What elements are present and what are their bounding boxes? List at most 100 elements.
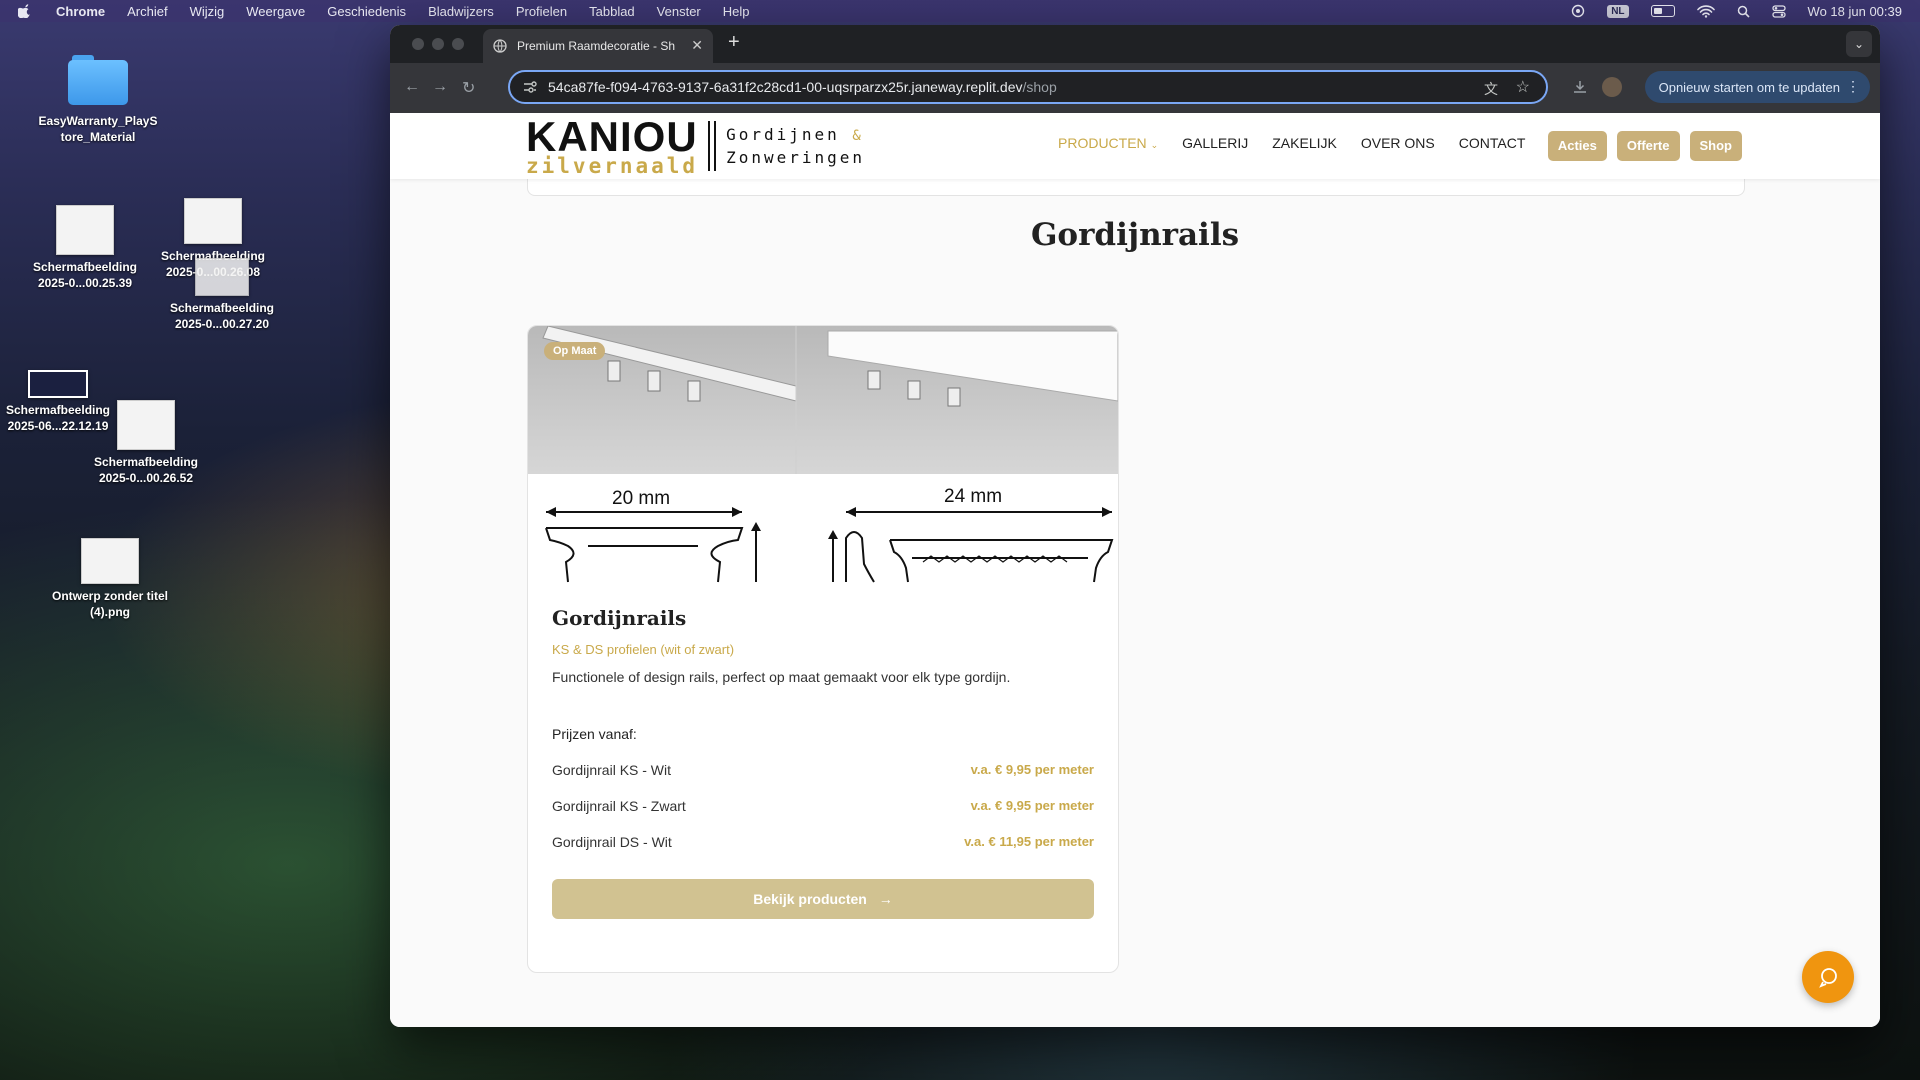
desktop-icon-screenshot[interactable]: Schermafbeelding 2025-0...00.26.52 (86, 400, 206, 486)
desktop-icon-label: EasyWarranty_PlayStore_Material (38, 114, 158, 144)
card-description: Functionele of design rails, perfect op … (552, 669, 1011, 685)
dimension-right: 24 mm (944, 486, 1003, 507)
site-header: KANIOU zilvernaald Gordijnen & Zonwering… (390, 113, 1880, 179)
card-subtitle: KS & DS profielen (wit of zwart) (552, 642, 735, 657)
image-thumbnail-icon (81, 538, 139, 584)
view-products-button[interactable]: Bekijk producten → (552, 879, 1094, 919)
price-row: Gordijnrail DS - Wit v.a. € 11,95 per me… (552, 834, 1094, 850)
control-center-icon[interactable] (1771, 4, 1786, 18)
reload-icon[interactable]: ↻ (462, 78, 475, 98)
header-buttons: Acties Offerte Shop (1547, 131, 1742, 161)
window-close-button[interactable] (412, 38, 424, 50)
image-thumbnail-icon (28, 370, 88, 398)
battery-icon[interactable] (1650, 5, 1675, 17)
nav-gallerij[interactable]: GALLERIJ (1182, 135, 1248, 151)
desktop-icon-label: Schermafbeelding 2025-0...00.25.39 (32, 260, 138, 290)
bookmark-star-icon[interactable]: ☆ (1516, 77, 1530, 97)
shop-button[interactable]: Shop (1689, 131, 1742, 161)
browser-toolbar: ← → ↻ 54ca87fe-f094-4763-9137-6a31f2c28c… (390, 63, 1880, 113)
tab-search-chevron-icon[interactable]: ⌄ (1846, 31, 1872, 57)
nav-over-ons[interactable]: OVER ONS (1361, 135, 1435, 151)
url-text: 54ca87fe-f094-4763-9137-6a31f2c28cd1-00-… (548, 79, 1057, 95)
logo-kaniou: KANIOU (526, 113, 698, 160)
update-label: Opnieuw starten om te updaten (1658, 79, 1840, 95)
browser-window: Premium Raamdecoratie - Sh ✕ + ⌄ ← → ↻ 5… (390, 25, 1880, 1027)
menu-help[interactable]: Help (723, 4, 750, 19)
desktop-icon-folder[interactable]: EasyWarranty_PlayStore_Material (38, 55, 158, 145)
menu-venster[interactable]: Venster (657, 4, 701, 19)
chat-button[interactable] (1802, 951, 1854, 1003)
spotlight-search-icon[interactable] (1737, 5, 1750, 18)
price-value: v.a. € 11,95 per meter (964, 834, 1094, 849)
menu-weergave[interactable]: Weergave (246, 4, 305, 19)
menu-tabblad[interactable]: Tabblad (589, 4, 635, 19)
back-icon[interactable]: ← (404, 78, 420, 96)
update-button[interactable]: Opnieuw starten om te updaten ⋮ (1644, 71, 1870, 103)
product-card[interactable]: 20 mm 24 mm Op Maat Gordijnrails KS & DS… (527, 325, 1119, 973)
logo-line1: Gordijnen & (726, 125, 864, 144)
nav-contact[interactable]: CONTACT (1459, 135, 1526, 151)
nav-producten[interactable]: PRODUCTEN ⌄ (1058, 135, 1158, 151)
image-thumbnail-icon (184, 198, 242, 244)
rail-profiles-image (528, 326, 1118, 583)
address-bar[interactable]: 54ca87fe-f094-4763-9137-6a31f2c28cd1-00-… (508, 70, 1548, 104)
price-value: v.a. € 9,95 per meter (970, 798, 1094, 813)
browser-tab[interactable]: Premium Raamdecoratie - Sh ✕ (483, 29, 713, 63)
chat-bubble-icon (1819, 968, 1837, 988)
logo-zilvernaald: zilvernaald (526, 153, 699, 178)
desktop-icon-png[interactable]: Ontwerp zonder titel (4).png (50, 538, 170, 620)
section-title: Gordijnrails (1030, 217, 1240, 253)
menubar-clock[interactable]: Wo 18 jun 00:39 (1808, 4, 1902, 19)
menu-archief[interactable]: Archief (127, 4, 167, 19)
window-minimize-button[interactable] (432, 38, 444, 50)
tab-title: Premium Raamdecoratie - Sh (517, 39, 676, 53)
price-name: Gordijnrail DS - Wit (552, 834, 672, 850)
op-maat-badge: Op Maat (544, 342, 606, 360)
product-image: 20 mm 24 mm Op Maat (528, 326, 1118, 584)
apple-icon[interactable] (18, 4, 32, 18)
forward-icon[interactable]: → (432, 78, 448, 96)
acties-button[interactable]: Acties (1547, 131, 1607, 161)
translate-icon[interactable]: 文 (1484, 79, 1498, 99)
menu-chrome[interactable]: Chrome (56, 4, 105, 19)
offerte-button[interactable]: Offerte (1616, 131, 1680, 161)
menu-geschiedenis[interactable]: Geschiedenis (327, 4, 406, 19)
prices-heading: Prijzen vanaf: (552, 726, 637, 742)
price-name: Gordijnrail KS - Zwart (552, 798, 686, 814)
price-value: v.a. € 9,95 per meter (970, 762, 1094, 777)
dimension-left: 20 mm (612, 488, 671, 509)
image-thumbnail-icon (195, 258, 249, 296)
globe-icon (493, 39, 507, 53)
tab-close-icon[interactable]: ✕ (691, 37, 703, 54)
web-page: KANIOU zilvernaald Gordijnen & Zonwering… (390, 113, 1880, 1027)
price-row: Gordijnrail KS - Wit v.a. € 9,95 per met… (552, 762, 1094, 778)
wifi-icon[interactable] (1696, 4, 1715, 18)
menu-profielen[interactable]: Profielen (516, 4, 567, 19)
desktop-icon-screenshot[interactable]: Schermafbeelding 2025-0...00.25.39 (25, 205, 145, 291)
nav-zakelijk[interactable]: ZAKELIJK (1272, 135, 1337, 151)
price-name: Gordijnrail KS - Wit (552, 762, 672, 778)
main-nav: PRODUCTEN ⌄ GALLERIJ ZAKELIJK OVER ONS C… (1058, 135, 1525, 151)
desktop-icon-label: Schermafbeelding 2025-0...00.27.20 (169, 301, 275, 331)
window-zoom-button[interactable] (452, 38, 464, 50)
site-logo[interactable]: KANIOU zilvernaald Gordijnen & Zonwering… (526, 113, 866, 176)
menu-wijzig[interactable]: Wijzig (190, 4, 225, 19)
cta-label: Bekijk producten (753, 891, 867, 907)
arrow-right-icon: → (878, 891, 893, 907)
vpn-icon[interactable] (1571, 4, 1585, 18)
folder-icon (68, 55, 128, 105)
site-settings-icon[interactable] (522, 79, 538, 95)
profile-avatar[interactable] (1602, 77, 1622, 97)
desktop-icon-screenshot[interactable]: Schermafbeelding 2025-0...00.27.20 (162, 258, 282, 332)
desktop-icon-label: Schermafbeelding 2025-0...00.26.52 (93, 455, 199, 485)
menu-bar: Chrome Archief Wijzig Weergave Geschiede… (0, 0, 1920, 22)
logo-divider (714, 121, 717, 171)
tab-strip: Premium Raamdecoratie - Sh ✕ + ⌄ (390, 25, 1880, 63)
input-language-badge[interactable]: NL (1607, 4, 1629, 18)
more-vertical-icon[interactable]: ⋮ (1846, 78, 1860, 95)
new-tab-icon[interactable]: + (728, 31, 740, 54)
menu-bladwijzers[interactable]: Bladwijzers (428, 4, 494, 19)
download-icon[interactable] (1572, 79, 1588, 95)
card-title: Gordijnrails (552, 606, 687, 630)
logo-line2: Zonweringen (726, 148, 866, 167)
